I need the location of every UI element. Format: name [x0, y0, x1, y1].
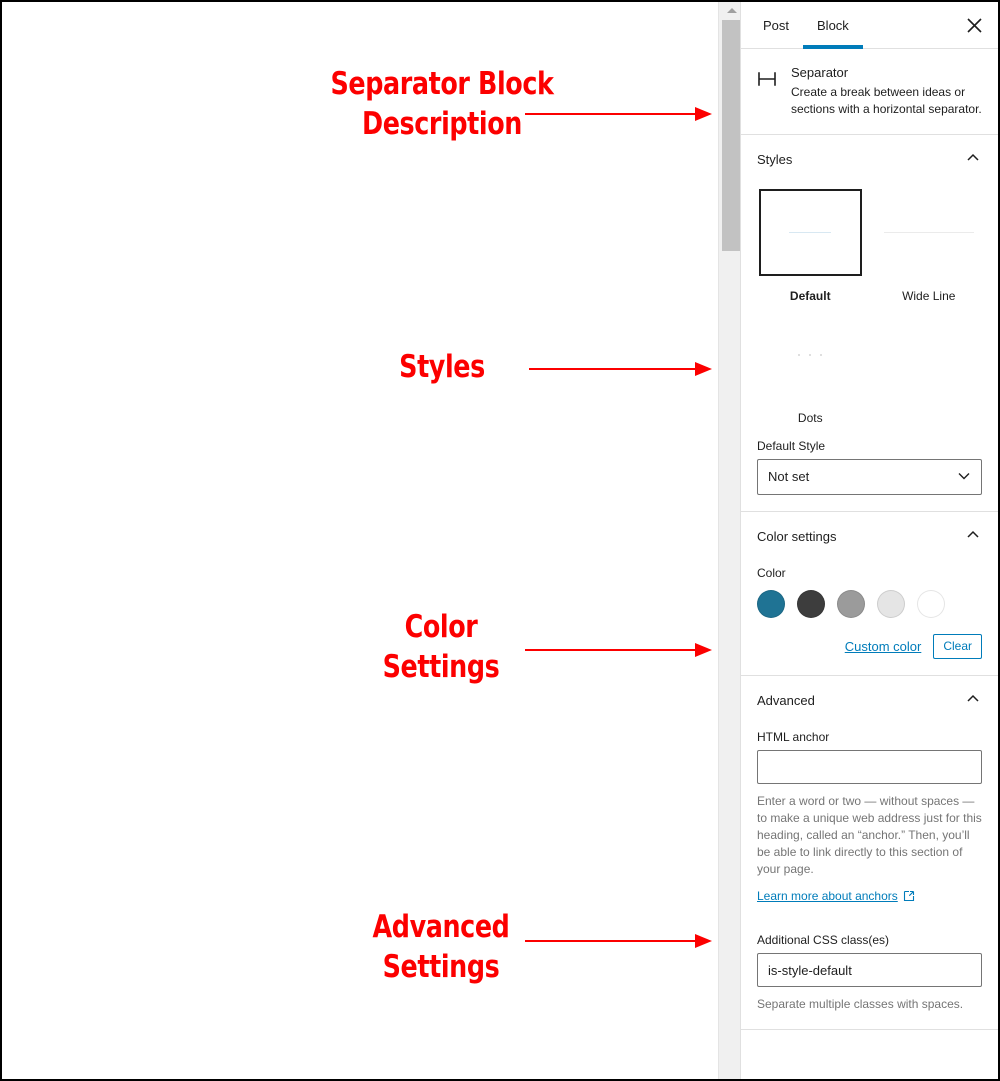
color-settings-panel-title: Color settings [757, 529, 837, 544]
scrollbar-thumb[interactable] [722, 20, 741, 251]
block-description: Create a break between ideas or sections… [791, 85, 982, 116]
advanced-panel-title: Advanced [757, 693, 815, 708]
default-style-label: Default Style [757, 439, 826, 453]
color-swatch-very-dark-gray[interactable] [797, 590, 825, 618]
style-option-wide-line-label: Wide Line [902, 289, 956, 303]
html-anchor-label: HTML anchor [757, 730, 830, 744]
tab-post-label: Post [763, 17, 790, 33]
default-style-select[interactable]: Not setDefaultWide LineDots [757, 459, 982, 495]
learn-more-about-anchors-label: Learn more about anchors [757, 889, 898, 903]
separator-line-preview [789, 232, 832, 233]
style-preview-default [758, 189, 862, 276]
style-option-wide-line[interactable]: Wide Line [876, 189, 983, 303]
clear-color-button[interactable]: Clear [933, 634, 982, 659]
chevron-up-icon [964, 526, 982, 547]
annotation-advanced-settings: Advanced Settings [372, 909, 510, 985]
css-classes-label: Additional CSS class(es) [757, 933, 890, 947]
advanced-panel-body: HTML anchor Enter a word or two — withou… [741, 730, 998, 1029]
separator-dots-preview [798, 353, 823, 356]
annotation-color-settings: Color Settings [382, 609, 500, 685]
tab-block[interactable]: Block [803, 2, 863, 49]
styles-panel-body: Default Wide Line Dots Default Style Not… [741, 183, 998, 511]
default-style-select-wrap: Not setDefaultWide LineDots [757, 459, 982, 495]
css-classes-help: Separate multiple classes with spaces. [757, 997, 964, 1011]
close-icon[interactable] [954, 2, 994, 48]
color-swatch-cyan-bluish-gray[interactable] [837, 590, 865, 618]
external-link-icon [903, 890, 914, 902]
style-option-dots-label: Dots [797, 411, 823, 425]
css-classes-input[interactable] [757, 953, 982, 987]
styles-panel-title: Styles [757, 152, 793, 167]
block-info-card: Separator Create a break between ideas o… [741, 49, 998, 135]
advanced-panel: Advanced HTML anchor Enter a word or two… [741, 676, 998, 1030]
screenshot-root: Separator Block Description Styles Color… [0, 0, 1000, 1081]
style-option-default[interactable]: Default [757, 189, 864, 303]
style-option-dots[interactable]: Dots [757, 311, 864, 425]
annotation-styles: Styles [399, 349, 485, 385]
color-settings-panel: Color settings Color Custom color Clear [741, 512, 998, 676]
color-settings-panel-body: Color Custom color Clear [741, 566, 998, 675]
separator-wide-line-preview [883, 232, 974, 233]
sidebar-tabs: Post Block [741, 2, 998, 49]
separator-icon [755, 65, 779, 118]
chevron-up-icon [964, 149, 982, 170]
style-preview-wide-line [877, 189, 981, 276]
style-option-default-label: Default [789, 289, 831, 303]
color-swatch-vivid-cyan-blue[interactable] [757, 590, 785, 618]
color-label: Color [757, 566, 786, 580]
annotation-arrow-advanced [525, 934, 712, 948]
color-swatch-light-gray[interactable] [877, 590, 905, 618]
tab-post[interactable]: Post [749, 2, 803, 48]
chevron-up-icon [964, 690, 982, 711]
block-settings-sidebar: Post Block Separator Create a break betw… [740, 2, 998, 1079]
styles-panel-header[interactable]: Styles [741, 135, 998, 183]
color-swatch-row [757, 590, 982, 618]
annotation-separator-description: Separator Block Description [330, 66, 554, 142]
color-swatch-white[interactable] [917, 590, 945, 618]
learn-more-about-anchors-link[interactable]: Learn more about anchors [757, 889, 915, 903]
block-title: Separator [791, 65, 849, 80]
tab-block-label: Block [817, 17, 849, 33]
annotation-arrow-description [525, 107, 712, 121]
style-preview-dots [758, 311, 862, 398]
color-actions: Custom color Clear [757, 634, 982, 659]
html-anchor-input[interactable] [757, 750, 982, 784]
annotation-arrow-styles [529, 362, 712, 376]
style-preview-grid: Default Wide Line Dots [757, 183, 982, 433]
html-anchor-help: Enter a word or two — without spaces — t… [757, 794, 982, 876]
annotation-canvas: Separator Block Description Styles Color… [2, 2, 718, 1079]
color-settings-panel-header[interactable]: Color settings [741, 512, 998, 560]
styles-panel: Styles Default Wide Line Dots Default St… [741, 135, 998, 512]
custom-color-link[interactable]: Custom color [845, 639, 922, 654]
advanced-panel-header[interactable]: Advanced [741, 676, 998, 724]
annotation-arrow-color [525, 643, 712, 657]
